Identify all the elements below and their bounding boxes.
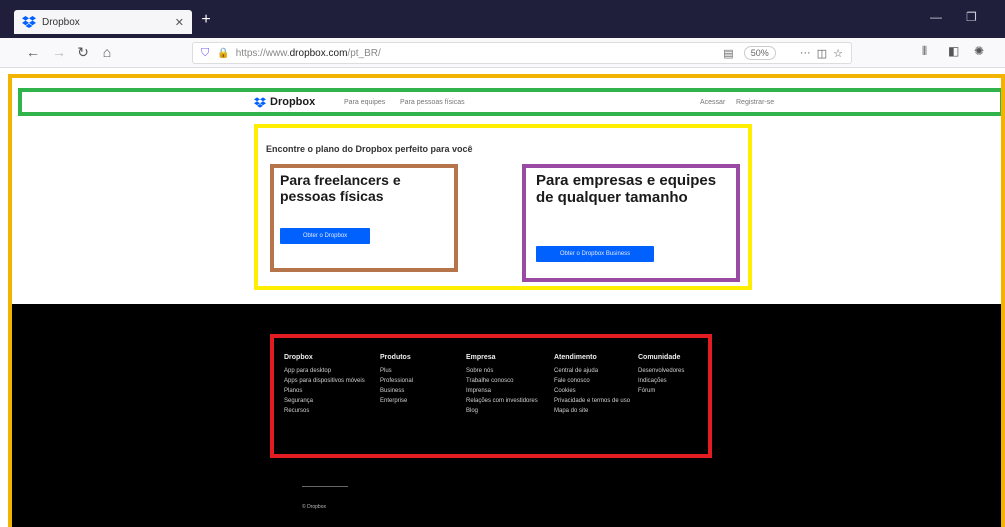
footer-link[interactable]: Plus — [380, 368, 413, 374]
footer-column-title: Dropbox — [284, 354, 313, 361]
page-actions-icon[interactable]: ··· — [800, 47, 811, 59]
footer-column-title: Comunidade — [638, 354, 681, 361]
footer-link[interactable]: Recursos — [284, 408, 365, 414]
business-plan-card: Para empresas e equipes de qualquer tama… — [522, 164, 740, 282]
lock-icon[interactable]: 🔒 — [217, 48, 229, 59]
url-prefix: https://www. — [235, 47, 290, 59]
footer-link[interactable]: Enterprise — [380, 398, 413, 404]
business-plan-title: Para empresas e equipes de qualquer tama… — [536, 172, 717, 206]
dropbox-logo-icon — [254, 96, 266, 108]
footer-link[interactable]: Cookies — [554, 388, 630, 394]
footer-link[interactable]: Indicações — [638, 378, 684, 384]
footer-link[interactable]: Fale conosco — [554, 378, 630, 384]
extension-icon[interactable]: ✺ — [974, 44, 984, 58]
tab-dropbox[interactable]: Dropbox ✕ — [14, 10, 192, 34]
footer-link[interactable]: Sobre nós — [466, 368, 538, 374]
footer-link[interactable]: Central de ajuda — [554, 368, 630, 374]
url-domain: dropbox.com — [289, 47, 348, 59]
personal-plan-card: Para freelancers e pessoas físicas Obter… — [270, 164, 458, 272]
get-dropbox-button[interactable]: Obter o Dropbox — [280, 228, 370, 244]
personal-plan-title: Para freelancers e pessoas físicas — [280, 172, 401, 204]
footer-link[interactable]: Business — [380, 388, 413, 394]
site-header: Dropbox Para equipes Para pessoas física… — [18, 88, 1001, 116]
footer-link[interactable]: Privacidade e termos de uso — [554, 398, 630, 404]
home-icon[interactable]: ⌂ — [98, 44, 116, 60]
pocket-icon[interactable]: ◫ — [817, 47, 827, 60]
browser-window: Dropbox ✕ + — ❐ ← → ↻ ⌂ ⛉ 🔒 https://www.… — [0, 0, 1005, 527]
reload-icon[interactable]: ↻ — [74, 44, 92, 61]
nav-link-login[interactable]: Acessar — [700, 99, 725, 106]
library-icon[interactable]: ⫴ — [922, 44, 927, 59]
footer-link[interactable]: Segurança — [284, 398, 365, 404]
footer-column: Empresa Sobre nós Trabalhe conosco Impre… — [466, 354, 538, 418]
footer-link[interactable]: Blog — [466, 408, 538, 414]
footer-column: Comunidade Desenvolvedores Indicações Fó… — [638, 354, 684, 398]
footer-column-title: Empresa — [466, 354, 496, 361]
new-tab-button[interactable]: + — [196, 10, 216, 30]
footer-column-title: Atendimento — [554, 354, 597, 361]
tab-strip: Dropbox ✕ + — ❐ — [0, 0, 1005, 38]
tab-close-icon[interactable]: ✕ — [175, 16, 184, 29]
footer-link[interactable]: Desenvolvedores — [638, 368, 684, 374]
get-dropbox-business-button[interactable]: Obter o Dropbox Business — [536, 246, 654, 262]
footer-column: Dropbox App para desktop Apps para dispo… — [284, 354, 365, 418]
logo-text: Dropbox — [270, 96, 316, 108]
footer-copyright: © Dropbox — [302, 504, 326, 510]
tracking-shield-icon[interactable]: ⛉ — [201, 47, 209, 60]
navigation-bar: ← → ↻ ⌂ ⛉ 🔒 https://www. dropbox.com /pt… — [0, 38, 1005, 68]
maximize-icon[interactable]: ❐ — [966, 10, 977, 24]
footer-link[interactable]: Trabalhe conosco — [466, 378, 538, 384]
nav-link-individuals[interactable]: Para pessoas físicas — [400, 99, 465, 106]
dropbox-logo[interactable]: Dropbox — [254, 96, 315, 108]
url-bar[interactable]: ⛉ 🔒 https://www. dropbox.com /pt_BR/ ▤ 5… — [192, 42, 852, 64]
dropbox-favicon-icon — [22, 16, 36, 28]
forward-arrow-icon[interactable]: → — [50, 44, 68, 60]
footer-link[interactable]: Professional — [380, 378, 413, 384]
footer-link[interactable]: Fórum — [638, 388, 684, 394]
footer-link[interactable]: App para desktop — [284, 368, 365, 374]
footer-column: Produtos Plus Professional Business Ente… — [380, 354, 413, 408]
minimize-icon[interactable]: — — [930, 10, 942, 24]
plans-headline: Encontre o plano do Dropbox perfeito par… — [266, 144, 473, 154]
bookmark-star-icon[interactable]: ☆ — [833, 47, 843, 60]
site-footer: Dropbox App para desktop Apps para dispo… — [12, 304, 1001, 527]
tab-title: Dropbox — [42, 16, 80, 28]
nav-link-signup[interactable]: Registrar-se — [736, 99, 774, 106]
zoom-indicator[interactable]: 50% — [743, 46, 776, 60]
footer-link[interactable]: Planos — [284, 388, 365, 394]
sidebar-icon[interactable]: ◧ — [948, 44, 959, 58]
back-arrow-icon[interactable]: ← — [24, 44, 42, 60]
url-path: /pt_BR/ — [347, 47, 381, 59]
footer-divider — [302, 486, 348, 487]
footer-column: Atendimento Central de ajuda Fale conosc… — [554, 354, 630, 418]
footer-link[interactable]: Relações com investidores — [466, 398, 538, 404]
footer-column-title: Produtos — [380, 354, 411, 361]
footer-links: Dropbox App para desktop Apps para dispo… — [270, 334, 712, 458]
footer-link[interactable]: Mapa do site — [554, 408, 630, 414]
reader-view-icon[interactable]: ▤ — [723, 47, 733, 60]
footer-link[interactable]: Apps para dispositivos móveis — [284, 378, 365, 384]
nav-link-teams[interactable]: Para equipes — [344, 99, 385, 106]
footer-link[interactable]: Imprensa — [466, 388, 538, 394]
plans-section: Encontre o plano do Dropbox perfeito par… — [254, 124, 752, 290]
web-page: Dropbox Para equipes Para pessoas física… — [8, 74, 1005, 527]
